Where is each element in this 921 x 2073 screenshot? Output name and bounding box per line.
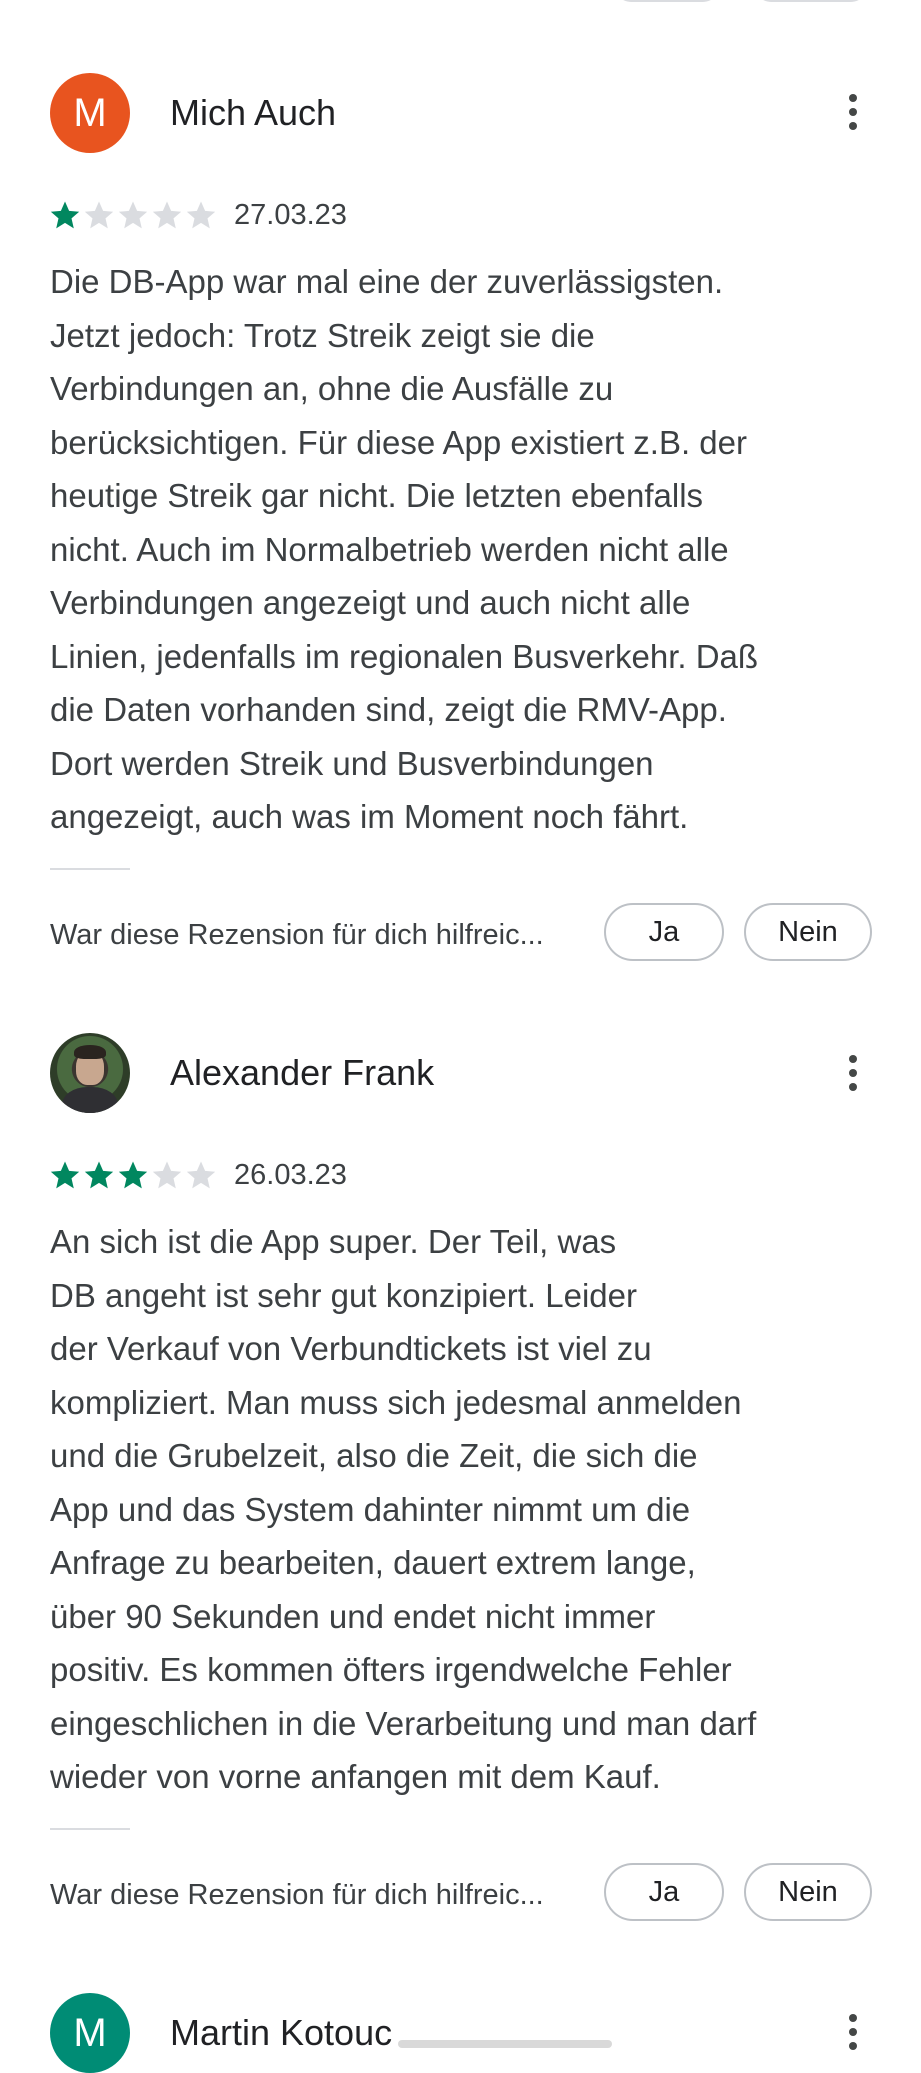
previous-no-button[interactable] — [752, 0, 870, 2]
avatar-letter: M — [73, 91, 107, 135]
helpful-yes-button[interactable]: Ja — [604, 1863, 724, 1921]
divider — [50, 868, 130, 870]
avatar: M — [50, 1993, 130, 2073]
helpful-no-button[interactable]: Nein — [744, 903, 872, 961]
star-icon — [152, 1161, 182, 1189]
star-icon — [118, 1161, 148, 1189]
star-icon — [84, 201, 114, 229]
helpful-question: War diese Rezension für dich hilfreic... — [50, 1879, 544, 1911]
review-text: Die DB-App war mal eine der zuverlässigs… — [50, 263, 759, 835]
more-vert-icon[interactable] — [836, 1049, 870, 1097]
review-date: 26.03.23 — [234, 1159, 347, 1191]
star-icon — [84, 1161, 114, 1189]
avatar — [50, 1033, 130, 1113]
star-icon — [50, 201, 80, 229]
helpful-yes-button[interactable]: Ja — [604, 903, 724, 961]
star-rating — [48, 1158, 218, 1192]
star-icon — [50, 1161, 80, 1189]
review-text: An sich ist die App super. Der Teil, was… — [50, 1223, 757, 1795]
review-author: Martin Kotouc — [170, 2012, 393, 2053]
helpful-question: War diese Rezension für dich hilfreic... — [50, 919, 544, 951]
review-date: 27.03.23 — [234, 199, 347, 231]
star-icon — [186, 201, 216, 229]
star-icon — [118, 201, 148, 229]
avatar: M — [50, 73, 130, 153]
avatar-letter: M — [73, 2011, 107, 2055]
star-icon — [152, 201, 182, 229]
previous-yes-button[interactable] — [612, 0, 722, 2]
review-author: Alexander Frank — [170, 1052, 435, 1093]
more-vert-icon[interactable] — [836, 2008, 870, 2056]
helpful-no-button[interactable]: Nein — [744, 1863, 872, 1921]
divider — [50, 1828, 130, 1830]
more-vert-icon[interactable] — [836, 88, 870, 136]
review-author: Mich Auch — [170, 92, 337, 133]
star-rating — [48, 198, 218, 232]
star-icon — [186, 1161, 216, 1189]
scroll-indicator — [398, 2040, 612, 2048]
